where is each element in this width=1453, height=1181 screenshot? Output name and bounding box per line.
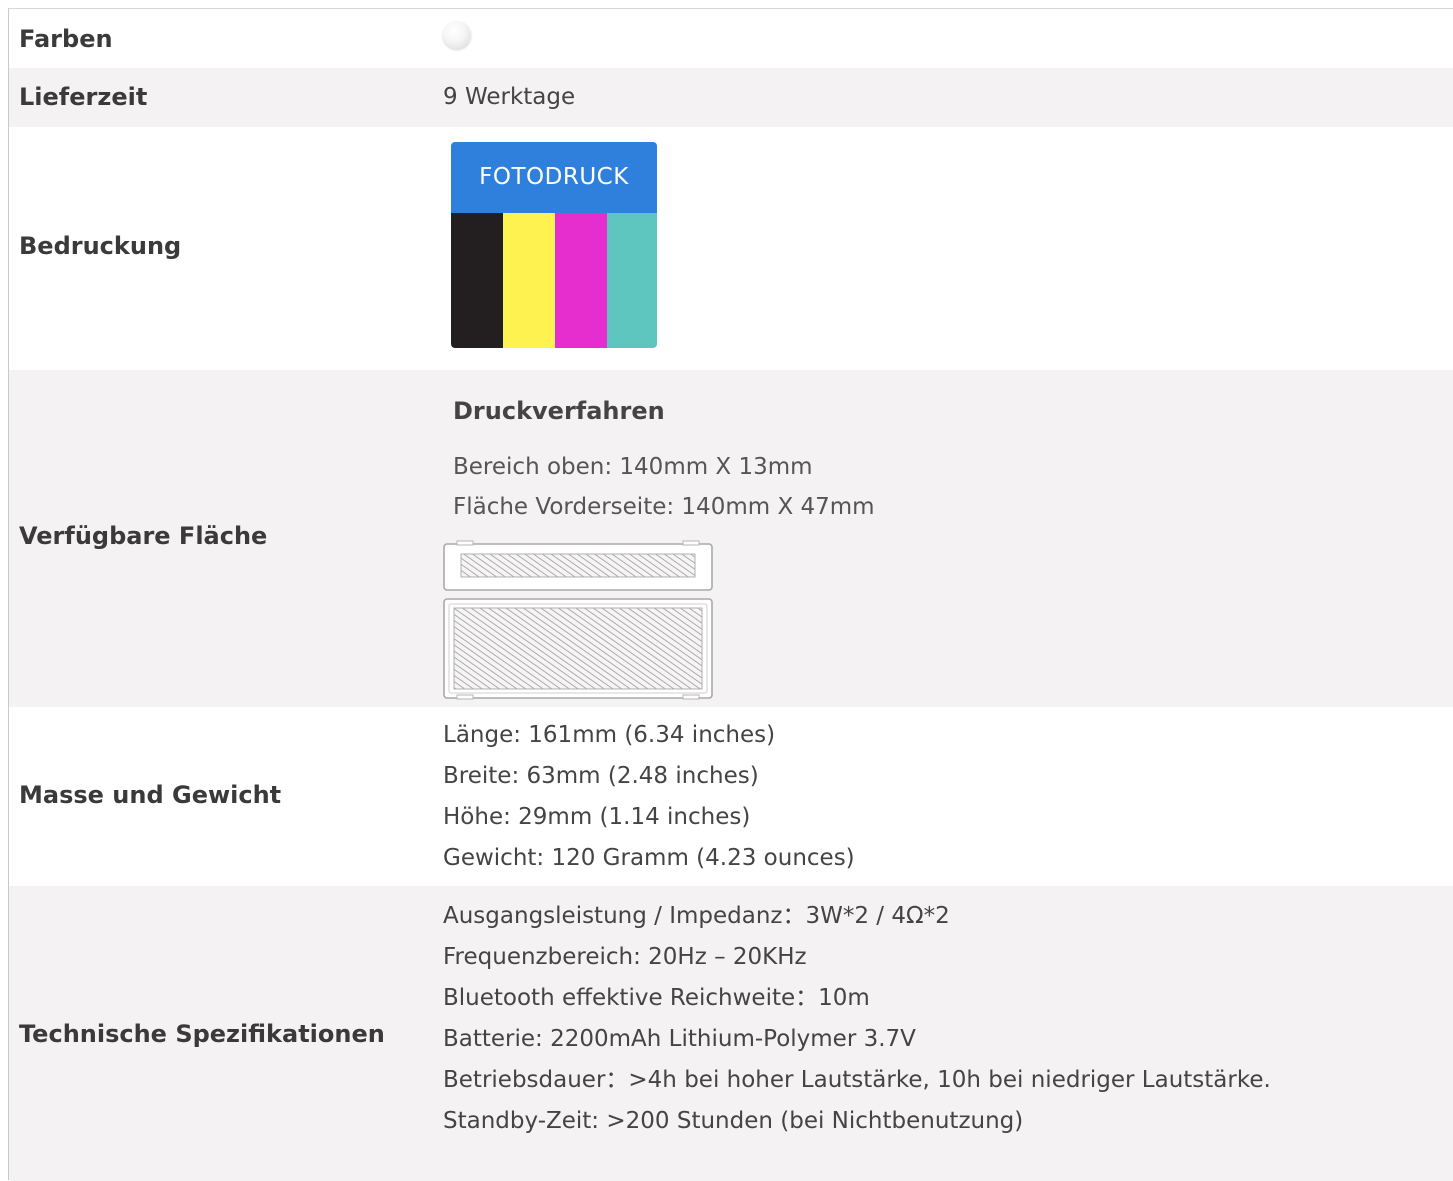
color-stripe-black [451, 213, 503, 348]
technik-values: Ausgangsleistung / Impedanz：3W*2 / 4Ω*2 … [443, 896, 1271, 1142]
spec-frequenzbereich: Frequenzbereich: 20Hz – 20KHz [443, 944, 807, 970]
masse-gewicht: Gewicht: 120 Gramm (4.23 ounces) [443, 845, 855, 871]
row-label-bedruckung: Bedruckung [19, 232, 182, 260]
row-farben: Farben [9, 9, 1453, 68]
color-stripe-yellow [503, 213, 555, 348]
spec-standby-zeit: Standby-Zeit: >200 Stunden (bei Nichtben… [443, 1108, 1024, 1134]
druckverfahren-title: Druckverfahren [453, 397, 665, 425]
row-label-lieferzeit: Lieferzeit [19, 83, 148, 111]
fotodruck-badge: FOTODRUCK [451, 142, 657, 348]
row-bedruckung: Bedruckung [9, 127, 1453, 370]
print-area-diagram [443, 540, 713, 700]
masse-hoehe: Höhe: 29mm (1.14 inches) [443, 804, 751, 830]
color-stripe-magenta [555, 213, 607, 348]
spec-betriebsdauer: Betriebsdauer：>4h bei hoher Lautstärke, … [443, 1067, 1271, 1093]
row-label-masse-gewicht: Masse und Gewicht [19, 781, 282, 809]
front-print-area [453, 607, 703, 690]
masse-breite: Breite: 63mm (2.48 inches) [443, 763, 759, 789]
row-lieferzeit: Lieferzeit 9 Werktage [9, 68, 1453, 127]
lieferzeit-value: 9 Werktage [443, 84, 576, 110]
row-technische-spezifikationen: Technische Spezifikationen Ausgangsleist… [9, 886, 1453, 1181]
druck-area-top: Bereich oben: 140mm X 13mm [453, 454, 813, 480]
druckverfahren-details: Bereich oben: 140mm X 13mm Fläche Vorder… [453, 447, 875, 527]
druck-area-front: Fläche Vorderseite: 140mm X 47mm [453, 494, 875, 520]
color-swatch-white[interactable] [443, 21, 471, 49]
fotodruck-title: FOTODRUCK [451, 142, 657, 213]
spec-batterie: Batterie: 2200mAh Lithium-Polymer 3.7V [443, 1026, 916, 1052]
spec-ausgangsleistung: Ausgangsleistung / Impedanz：3W*2 / 4Ω*2 [443, 903, 950, 929]
top-print-area [460, 553, 696, 578]
row-label-verfuegbare-flaeche: Verfügbare Fläche [19, 522, 268, 550]
row-verfuegbare-flaeche: Verfügbare Fläche Druckverfahren Bereich… [9, 370, 1453, 707]
row-masse-gewicht: Masse und Gewicht Länge: 161mm (6.34 inc… [9, 707, 1453, 886]
masse-laenge: Länge: 161mm (6.34 inches) [443, 722, 776, 748]
spec-bluetooth-reichweite: Bluetooth effektive Reichweite：10m [443, 985, 870, 1011]
product-spec-table: Farben Lieferzeit 9 Werktage Bedruckung … [8, 8, 1453, 1181]
row-label-farben: Farben [19, 25, 113, 53]
row-label-technische-spezifikationen: Technische Spezifikationen [19, 1020, 385, 1048]
color-stripe-cyan [607, 213, 657, 348]
masse-values: Länge: 161mm (6.34 inches) Breite: 63mm … [443, 715, 855, 879]
